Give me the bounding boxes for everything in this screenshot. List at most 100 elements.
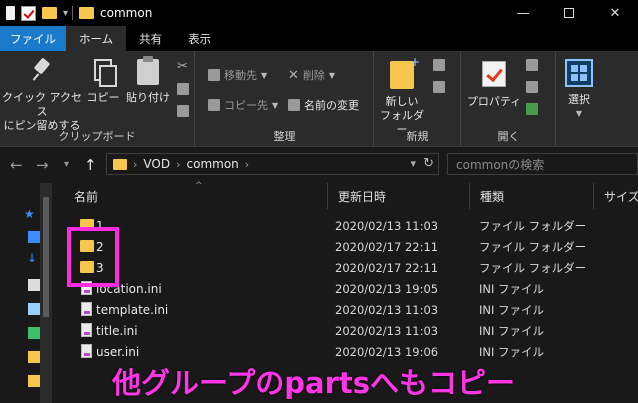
folder-nav-icon[interactable] bbox=[28, 375, 40, 387]
file-name: template.ini bbox=[96, 302, 169, 317]
customize-dropdown-icon[interactable]: ▾ bbox=[63, 8, 68, 19]
delete-icon: ✕ bbox=[288, 67, 299, 83]
file-type: INI ファイル bbox=[479, 281, 545, 296]
paste-label: 貼り付け bbox=[126, 91, 170, 104]
table-row[interactable]: 3 2020/02/17 22:11 ファイル フォルダー bbox=[54, 257, 638, 278]
document-icon[interactable] bbox=[6, 6, 15, 20]
file-type: ファイル フォルダー bbox=[479, 260, 587, 275]
pictures-icon[interactable] bbox=[28, 303, 40, 315]
table-row[interactable]: user.ini 2020/02/13 19:06 INI ファイル bbox=[54, 341, 638, 362]
nav-scrollbar[interactable] bbox=[40, 183, 52, 403]
path-dropdown-icon[interactable]: ▾ bbox=[410, 157, 416, 170]
path-separator-icon[interactable]: › bbox=[133, 158, 137, 171]
properties-label: プロパティ bbox=[466, 95, 522, 108]
delete-button[interactable]: ✕ 削除 ▼ bbox=[288, 67, 335, 83]
file-type: ファイル フォルダー bbox=[479, 218, 587, 233]
new-group: 新しい フォルダー 新規 bbox=[375, 51, 461, 147]
new-folder-large-icon bbox=[390, 55, 420, 89]
table-row[interactable]: location.ini 2020/02/13 19:05 INI ファイル bbox=[54, 278, 638, 299]
table-row[interactable]: 1 2020/02/13 11:03 ファイル フォルダー bbox=[54, 215, 638, 236]
window-controls: — ✕ bbox=[500, 0, 638, 26]
organize-group-label: 整理 bbox=[273, 130, 296, 143]
edit-icon[interactable] bbox=[526, 81, 538, 93]
maximize-button[interactable] bbox=[546, 0, 592, 26]
copy-to-button[interactable]: コピー先 ▼ bbox=[208, 97, 278, 113]
move-to-icon bbox=[208, 69, 220, 81]
column-header: ^ 名前 更新日時 種類 サイズ bbox=[54, 181, 638, 209]
copy-path-icon[interactable] bbox=[177, 83, 189, 95]
open-group: プロパティ 開く bbox=[462, 51, 556, 147]
file-modified: 2020/02/13 11:03 bbox=[335, 323, 439, 338]
refresh-icon[interactable]: ↻ bbox=[423, 156, 434, 171]
quick-access-toolbar: ▾ bbox=[0, 5, 68, 21]
downloads-icon[interactable]: ↓ bbox=[27, 251, 37, 265]
properties-button[interactable]: プロパティ bbox=[466, 61, 522, 109]
maximize-icon bbox=[564, 8, 574, 18]
ribbon: クイック アクセス にピン留めする コピー 貼り付け ✂ クリップボード 移動先… bbox=[0, 51, 638, 147]
table-row[interactable]: 2 2020/02/17 22:11 ファイル フォルダー bbox=[54, 236, 638, 257]
history-icon[interactable] bbox=[526, 103, 538, 115]
open-icon[interactable] bbox=[526, 59, 538, 71]
properties-check-icon[interactable] bbox=[21, 5, 36, 21]
rename-button[interactable]: 名前の変更 bbox=[288, 97, 359, 113]
drive-icon[interactable] bbox=[28, 327, 40, 339]
delete-dropdown-icon: ▼ bbox=[328, 70, 336, 80]
column-size[interactable]: サイズ bbox=[594, 183, 638, 209]
file-type: INI ファイル bbox=[479, 323, 545, 338]
move-to-label: 移動先 bbox=[224, 69, 257, 82]
table-row[interactable]: template.ini 2020/02/13 11:03 INI ファイル bbox=[54, 299, 638, 320]
search-placeholder: commonの検索 bbox=[456, 157, 545, 172]
pin-quick-access-button[interactable]: クイック アクセス にピン留めする bbox=[2, 59, 82, 133]
path-box[interactable]: › VOD › common › ▾ ↻ bbox=[106, 153, 439, 175]
delete-label: 削除 bbox=[302, 69, 325, 82]
copy-button[interactable]: コピー bbox=[86, 59, 120, 105]
tab-home[interactable]: ホーム bbox=[66, 26, 127, 51]
file-name: title.ini bbox=[96, 323, 138, 338]
ini-file-icon bbox=[81, 344, 92, 358]
paste-button[interactable]: 貼り付け bbox=[124, 56, 172, 105]
path-folder-icon bbox=[113, 158, 127, 170]
paste-icon bbox=[137, 56, 159, 85]
easy-access-icon[interactable] bbox=[433, 81, 445, 93]
paste-shortcut-icon[interactable] bbox=[177, 105, 189, 117]
quick-access-star-icon[interactable]: ★ bbox=[24, 207, 35, 221]
recent-locations-chevron-icon[interactable]: ▾ bbox=[64, 159, 69, 170]
column-modified[interactable]: 更新日時 bbox=[328, 183, 470, 209]
new-folder-icon[interactable] bbox=[42, 7, 57, 19]
column-name[interactable]: 名前 bbox=[64, 183, 328, 209]
forward-arrow-icon[interactable]: → bbox=[36, 156, 49, 174]
tab-share[interactable]: 共有 bbox=[126, 26, 175, 51]
move-to-button[interactable]: 移動先 ▼ bbox=[208, 67, 267, 83]
file-modified: 2020/02/17 22:11 bbox=[335, 260, 439, 275]
file-modified: 2020/02/13 19:05 bbox=[335, 281, 439, 296]
desktop-icon[interactable] bbox=[28, 231, 40, 243]
select-button[interactable]: 選択 ▼ bbox=[561, 59, 597, 121]
search-input[interactable]: commonの検索 bbox=[447, 153, 638, 175]
copy-to-icon bbox=[208, 99, 220, 111]
window-folder-icon bbox=[79, 7, 95, 19]
rename-icon bbox=[288, 99, 300, 111]
back-arrow-icon[interactable]: ← bbox=[10, 156, 23, 174]
tab-file[interactable]: ファイル bbox=[0, 26, 66, 51]
close-button[interactable]: ✕ bbox=[592, 0, 638, 26]
folder-nav-icon[interactable] bbox=[28, 351, 40, 363]
documents-icon[interactable] bbox=[28, 279, 40, 291]
cut-icon[interactable]: ✂ bbox=[177, 59, 188, 74]
file-modified: 2020/02/13 11:03 bbox=[335, 218, 439, 233]
open-group-label: 開く bbox=[497, 130, 520, 143]
address-bar: ← → ▾ ↑ › VOD › common › ▾ ↻ commonの検索 bbox=[0, 148, 638, 182]
breadcrumb-vod[interactable]: VOD bbox=[143, 157, 170, 171]
new-folder-button[interactable]: 新しい フォルダー bbox=[379, 55, 425, 137]
column-type[interactable]: 種類 bbox=[470, 183, 594, 209]
new-item-icon[interactable] bbox=[433, 59, 445, 71]
up-arrow-icon[interactable]: ↑ bbox=[84, 156, 97, 174]
properties-icon bbox=[482, 61, 506, 87]
path-separator-icon[interactable]: › bbox=[245, 158, 249, 171]
copy-to-dropdown-icon: ▼ bbox=[272, 100, 279, 110]
breadcrumb-common[interactable]: common bbox=[187, 157, 239, 171]
table-row[interactable]: title.ini 2020/02/13 11:03 INI ファイル bbox=[54, 320, 638, 341]
path-separator-icon[interactable]: › bbox=[176, 158, 180, 171]
minimize-button[interactable]: — bbox=[500, 0, 546, 26]
tab-view[interactable]: 表示 bbox=[175, 26, 224, 51]
clipboard-group-label: クリップボード bbox=[58, 130, 136, 143]
